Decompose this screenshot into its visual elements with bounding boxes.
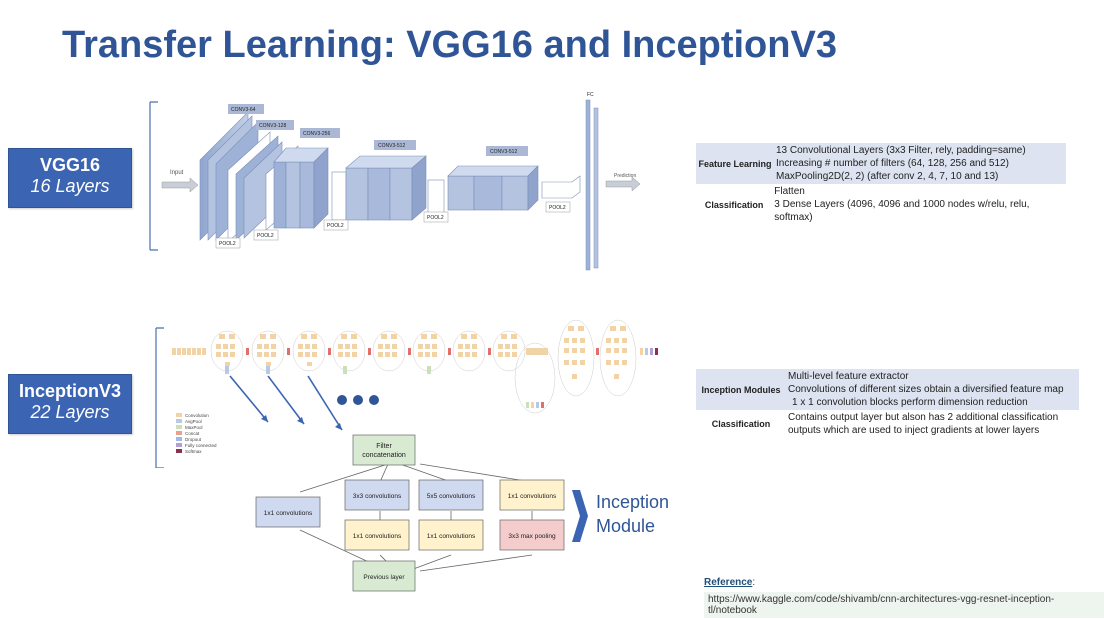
inception-module-icon <box>557 319 595 397</box>
inception-table-header-modules: Inception Modules <box>701 384 781 395</box>
legend-label: Fully connected <box>185 443 217 448</box>
inception-module-icon <box>372 330 406 372</box>
inception-table-line: 1 x 1 convolution blocks perform dimensi… <box>792 397 1028 408</box>
vgg-conv-block-4 <box>331 155 427 221</box>
inceptionv3-label: InceptionV3 22 Layers <box>8 374 132 434</box>
inception-table-line: Multi-level feature extractor <box>788 371 909 382</box>
inception-table-line: outputs which are used to inject gradien… <box>788 425 1040 436</box>
conv3x3-text: 3x3 convolutions <box>353 493 402 500</box>
inception-legend: Convolution AvgPool MaxPool Concat Dropo… <box>176 413 217 454</box>
vgg-fc-label: FC <box>587 92 594 98</box>
filter-concat-box <box>352 434 416 466</box>
legend-label: Softmax <box>185 449 202 454</box>
vgg-table-header-classification: Classification <box>704 199 764 210</box>
inception-module-icon <box>452 330 486 372</box>
ellipsis-dot <box>337 395 347 405</box>
inception-module-icon <box>599 319 637 397</box>
maxpool-text: 3x3 max pooling <box>508 533 556 540</box>
vgg-table-header-feature: Feature Learning <box>698 158 772 169</box>
vgg-conv-label-1: CONV3-64 <box>231 107 256 113</box>
conv5x5-text: 5x5 convolutions <box>427 493 476 500</box>
vgg-conv-label-3: CONV3-256 <box>303 131 330 137</box>
vgg-input-label: Input <box>170 170 184 176</box>
vgg-conv-label-4: CONV3-512 <box>378 143 405 149</box>
legend-label: AvgPool <box>185 419 202 424</box>
inception-module-icon <box>412 330 446 372</box>
inception-table-line: Contains output layer but alson has 2 ad… <box>788 412 1059 423</box>
vgg-pool-label-2: POOL2 <box>257 233 274 239</box>
inception-module-icon <box>492 330 526 372</box>
inception-module-icon <box>332 330 366 372</box>
inception-stem <box>172 348 206 355</box>
filter-concat-text: Filter <box>376 443 392 450</box>
vgg-table-line: MaxPooling2D(2, 2) (after conv 2, 4, 7, … <box>776 171 999 182</box>
vgg16-layers: 16 Layers <box>30 176 110 196</box>
vgg-table-line: 3 Dense Layers (4096, 4096 and 1000 node… <box>774 199 1030 223</box>
inception-table-row-classification: Classification Contains output layer but… <box>696 410 1079 438</box>
filter-concat-text-2: concatenation <box>362 452 406 459</box>
slide-title: Transfer Learning: VGG16 and InceptionV3 <box>62 24 837 66</box>
inception-table-header-classification: Classification <box>711 419 771 429</box>
conv1x1-a-text: 1x1 convolutions <box>353 533 402 540</box>
inception-table: Inception Modules Multi-level feature ex… <box>696 369 1079 438</box>
legend-label: Convolution <box>185 413 209 418</box>
vgg-conv-label-5: CONV3-512 <box>490 149 517 155</box>
reference-colon: : <box>752 577 756 588</box>
inception-module-title-line1: Inception <box>596 492 670 512</box>
vgg-pool-label-1: POOL2 <box>219 241 236 247</box>
vgg-fc-bar-1 <box>585 99 591 271</box>
vgg-table-line: Flatten <box>774 186 805 197</box>
vgg-conv-label-2: CONV3-128 <box>259 123 286 129</box>
vgg-conv-block-5 <box>427 165 539 217</box>
ellipsis-dot <box>369 395 379 405</box>
vgg-table-row-feature: Feature Learning 13 Convolutional Layers… <box>696 143 1066 184</box>
conv1x1-b-text: 1x1 convolutions <box>427 533 476 540</box>
vgg-table-row-classification: Classification Flatten 3 Dense Layers (4… <box>696 184 1066 225</box>
inception-module-title-line2: Module <box>596 516 656 536</box>
inception-module-icon <box>251 330 285 372</box>
vgg-pool-label-3: POOL2 <box>327 223 344 229</box>
vgg-last-pool-block <box>541 175 581 199</box>
vgg-table-line: 13 Convolutional Layers (3x3 Filter, rel… <box>776 145 1026 156</box>
vgg16-diagram: Input CONV3-64 CONV3-128 CONV3-256 CONV3… <box>149 92 641 271</box>
previous-layer-text: Previous layer <box>363 574 405 581</box>
inception-table-row-modules: Inception Modules Multi-level feature ex… <box>696 369 1079 410</box>
inceptionv3-layers: 22 Layers <box>30 402 110 422</box>
chevron-right-icon <box>572 490 588 542</box>
vgg16-label: VGG16 16 Layers <box>8 148 132 208</box>
reference-url[interactable]: https://www.kaggle.com/code/shivamb/cnn-… <box>704 592 1104 618</box>
reference-label: Reference <box>704 577 753 588</box>
inception-module-diagram: Filter concatenation 1x1 convolutions 3x… <box>255 434 565 592</box>
inception-module-icon <box>292 330 326 372</box>
ellipsis-dot <box>353 395 363 405</box>
inception-table-line: Convolutions of different sizes obtain a… <box>788 384 1064 395</box>
vgg16-name: VGG16 <box>39 155 101 175</box>
vgg-fc-bar-2 <box>593 107 599 269</box>
conv1x1-top-text: 1x1 convolutions <box>508 493 557 500</box>
legend-label: Concat <box>185 431 200 436</box>
legend-label: Dropout <box>185 437 202 442</box>
vgg-pool-label-5: POOL2 <box>549 205 566 211</box>
vgg-pool-label-4: POOL2 <box>427 215 444 221</box>
vgg-table-line: Increasing # number of filters (64, 128,… <box>776 158 1009 169</box>
conv1x1-left-text: 1x1 convolutions <box>264 510 313 517</box>
inceptionv3-name: InceptionV3 <box>18 381 121 401</box>
reference-block: Reference: https://www.kaggle.com/code/s… <box>704 577 1104 618</box>
inception-module-icon <box>210 330 244 372</box>
vgg16-table: Feature Learning 13 Convolutional Layers… <box>696 143 1066 225</box>
legend-label: MaxPool <box>185 425 203 430</box>
inception-module-title: Inception Module <box>596 490 669 538</box>
